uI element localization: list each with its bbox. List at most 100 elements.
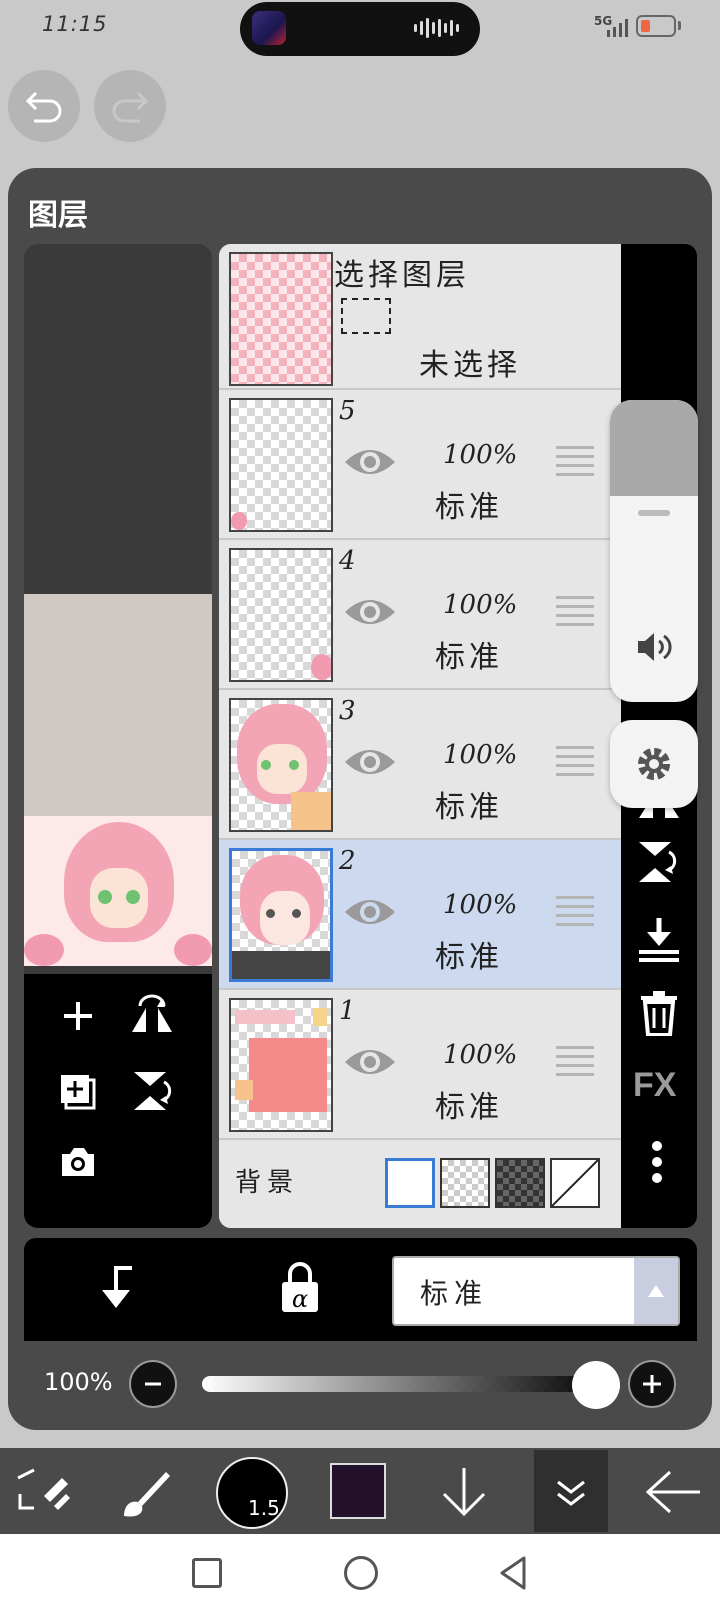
layer-row-2[interactable]: 2 100% 标准 [219,840,621,990]
layer-opacity[interactable]: 100% [443,440,517,470]
arrow-left-icon [645,1470,700,1514]
layer-list: 选择图层 未选择 5 100% 标准 4 100% 标准 3 100% 标准 2… [219,244,621,1228]
merge-down-button[interactable] [635,916,683,962]
layer-row-4[interactable]: 4 100% 标准 [219,540,621,690]
merge-down-icon [639,918,679,962]
opacity-increase-button[interactable] [628,1360,676,1408]
opacity-decrease-button[interactable] [129,1360,177,1408]
double-chevron-down-icon [557,1480,585,1506]
camera-icon [62,1148,94,1176]
transform-tool-icon [17,1468,70,1510]
nav-back-icon[interactable] [498,1556,528,1590]
drag-handle-icon[interactable] [556,896,594,932]
canvas-preview [24,244,212,1228]
flip-vertical-icon [639,842,677,882]
visibility-eye-icon[interactable] [343,442,397,482]
signal-icon [607,19,628,37]
drag-handle-icon[interactable] [556,446,594,482]
layer-thumbnail [229,398,333,532]
layer-opacity[interactable]: 100% [443,1040,517,1070]
undo-icon [25,91,62,123]
background-white-swatch[interactable] [385,1158,435,1208]
dynamic-island [240,2,480,56]
visibility-eye-icon[interactable] [343,742,397,782]
panel-title: 图层 [28,198,88,233]
layer-opacity[interactable]: 100% [443,890,517,920]
back-button[interactable] [644,1466,704,1518]
drag-handle-icon[interactable] [556,596,594,632]
layer-row-5[interactable]: 5 100% 标准 [219,390,621,540]
background-none-swatch[interactable] [550,1158,600,1208]
alpha-lock-button[interactable]: α [280,1262,320,1314]
layer-thumbnail [229,998,333,1132]
alpha-lock-icon: α [282,1262,318,1313]
blend-mode-value: 标准 [420,1277,489,1310]
brush-size-value: 1.5 [248,1496,280,1520]
dropdown-arrow-icon [634,1258,678,1324]
status-time: 11:15 [42,12,108,36]
background-dark-checker-swatch[interactable] [495,1158,545,1208]
flip-horizontal-button[interactable] [128,992,176,1036]
drag-handle-icon[interactable] [556,1046,594,1082]
opacity-slider-track[interactable] [202,1376,594,1392]
duplicate-icon [61,1075,96,1110]
recents-icon[interactable] [192,1558,222,1588]
selection-marquee-icon [341,298,391,334]
redo-button[interactable] [94,70,166,142]
clipping-arrow-icon [102,1266,132,1308]
visibility-eye-icon[interactable] [343,892,397,932]
brush-tool-button[interactable] [116,1466,172,1520]
visibility-eye-icon[interactable] [343,592,397,632]
volume-settings-button[interactable] [610,720,698,808]
background-row: 背景 [219,1140,621,1228]
minus-icon [145,1382,161,1386]
layer-opacity[interactable]: 100% [443,590,517,620]
camera-button[interactable] [58,1144,98,1180]
layer-blend-mode: 标准 [435,490,503,525]
selection-layer-row[interactable]: 选择图层 未选择 [219,244,621,390]
more-options-icon[interactable] [651,1140,663,1184]
volume-slider[interactable] [610,400,698,702]
fx-button[interactable]: FX [633,1066,676,1105]
layer-thumbnail [229,548,333,682]
undo-button[interactable] [8,70,80,142]
home-icon[interactable] [344,1556,378,1590]
artwork-thumbnail [24,816,212,966]
layer-number: 3 [339,696,356,726]
flip-vertical-layer-button[interactable] [635,840,683,884]
layer-blend-mode: 标准 [435,640,503,675]
duplicate-layer-button[interactable] [58,1072,98,1112]
flip-vertical-icon [134,1072,172,1110]
trash-icon [641,991,677,1037]
background-light-checker-swatch[interactable] [440,1158,490,1208]
layer-blend-mode: 标准 [435,790,503,825]
flip-vertical-button[interactable] [130,1068,176,1114]
selection-title: 选择图层 [334,258,470,293]
gear-icon [638,748,670,780]
blend-mode-select[interactable]: 标准 [392,1256,680,1326]
preview-tools [24,974,212,1228]
battery-icon [636,15,676,37]
brush-icon [124,1472,170,1517]
add-layer-button[interactable] [58,996,98,1036]
selection-thumbnail [229,252,333,386]
layer-menu-active[interactable] [534,1450,608,1532]
plus-icon [64,1002,92,1030]
visibility-eye-icon[interactable] [343,1042,397,1082]
opacity-slider-knob[interactable] [572,1361,620,1409]
clipping-button[interactable] [94,1264,138,1312]
transform-tool-button[interactable] [14,1466,70,1518]
layer-opacity[interactable]: 100% [443,740,517,770]
layer-number: 4 [339,546,356,576]
selection-status: 未选择 [419,348,521,383]
layer-row-1[interactable]: 1 100% 标准 [219,990,621,1140]
plus-icon [643,1375,661,1393]
delete-layer-button[interactable] [635,990,683,1037]
drag-handle-icon[interactable] [556,746,594,782]
layer-thumbnail [229,848,333,982]
layer-row-3[interactable]: 3 100% 标准 [219,690,621,840]
color-picker-button[interactable] [330,1463,386,1519]
layer-number: 1 [339,996,356,1026]
move-down-button[interactable] [436,1466,492,1518]
layer-number: 2 [339,846,356,876]
